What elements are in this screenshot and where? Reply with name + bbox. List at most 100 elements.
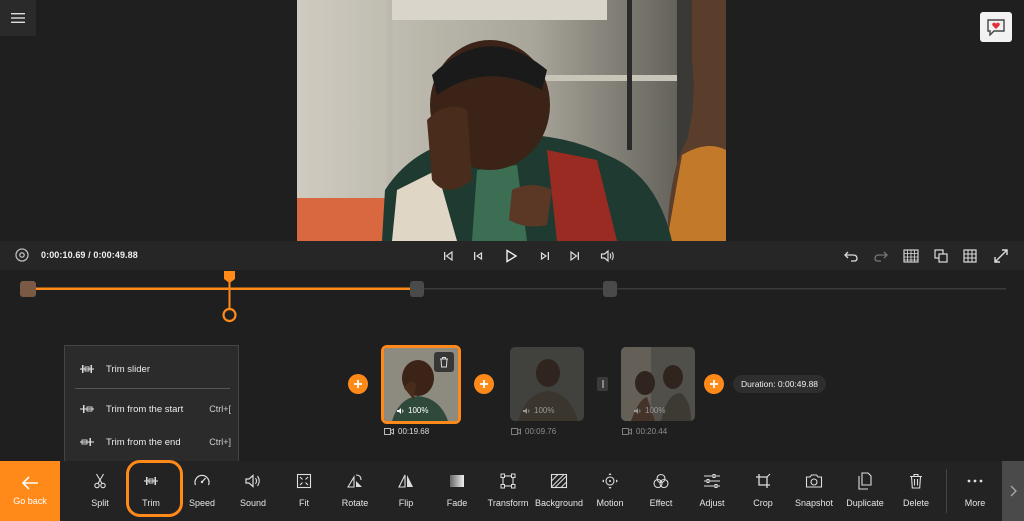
grid-icon (963, 249, 977, 263)
tool-more[interactable]: More (950, 461, 1000, 521)
clip-volume: 100% (633, 406, 665, 415)
timeline-clip[interactable]: 100% (381, 345, 461, 424)
menu-divider (75, 388, 230, 389)
tool-label: Background (534, 498, 584, 508)
tool-label: Effect (649, 498, 673, 508)
tool-label: Crop (753, 498, 773, 508)
settings-gear-icon[interactable] (14, 247, 30, 263)
arrow-left-icon (21, 476, 38, 490)
speaker-icon (600, 249, 614, 263)
add-clip-before-button[interactable] (348, 374, 368, 394)
trash-icon (440, 357, 448, 368)
tool-duplicate[interactable]: Duplicate (840, 461, 890, 521)
tool-fit[interactable]: Fit (279, 461, 329, 521)
tool-flip[interactable]: Flip (381, 461, 431, 521)
fullscreen-button[interactable] (992, 247, 1010, 265)
checkerboard-icon (903, 249, 919, 263)
menu-item-trim-from-end[interactable]: Trim from the end Ctrl+] (65, 429, 240, 455)
tool-background[interactable]: Background (534, 461, 584, 521)
next-frame-icon (540, 251, 549, 261)
rotate-icon (347, 474, 362, 488)
tool-label: Speed (188, 498, 216, 508)
transition-marker[interactable] (597, 377, 608, 391)
scissors-icon (94, 473, 106, 489)
tool-split[interactable]: Split (75, 461, 125, 521)
tool-label: Delete (902, 498, 929, 508)
speaker-icon (634, 407, 641, 414)
effect-icon (653, 473, 669, 489)
tool-speed[interactable]: Speed (177, 461, 227, 521)
add-clip-between-button[interactable] (474, 374, 494, 394)
clip-marker-1[interactable] (20, 281, 36, 297)
camera-icon (805, 474, 823, 488)
play-button[interactable] (502, 247, 520, 265)
menu-item-trim-slider[interactable]: Trim slider (65, 356, 240, 382)
timeline-scrubber[interactable] (0, 271, 1024, 331)
trim-end-icon (80, 438, 94, 446)
menu-item-trim-from-start[interactable]: Trim from the start Ctrl+[ (65, 396, 240, 422)
playhead[interactable] (222, 271, 237, 323)
menu-item-shortcut: Ctrl+[ (209, 404, 231, 414)
undo-button[interactable] (842, 247, 860, 265)
tool-delete[interactable]: Delete (891, 461, 941, 521)
tool-label: Fade (446, 498, 468, 508)
add-clip-after-button[interactable] (704, 374, 724, 394)
timeline-clip[interactable]: 100% (510, 347, 584, 421)
expand-icon (994, 249, 1008, 263)
grid-button[interactable] (961, 247, 979, 265)
trim-tool-highlight (126, 460, 183, 517)
crop-icon (756, 473, 771, 488)
tool-effect[interactable]: Effect (636, 461, 686, 521)
skip-to-end-button[interactable] (566, 247, 584, 265)
total-duration-badge: Duration: 0:00:49.88 (733, 375, 827, 393)
menu-item-shortcut: Ctrl+] (209, 437, 231, 447)
previous-frame-button[interactable] (469, 247, 487, 265)
clip-duration-value: 00:09.76 (525, 427, 557, 436)
transition-icon (601, 380, 604, 388)
tool-motion[interactable]: Motion (585, 461, 635, 521)
delete-clip-button[interactable] (434, 352, 454, 372)
tool-crop[interactable]: Crop (738, 461, 788, 521)
clip-duration-value: 00:20.44 (636, 427, 668, 436)
tool-rotate[interactable]: Rotate (330, 461, 380, 521)
tool-label: Motion (596, 498, 624, 508)
menu-button[interactable] (0, 0, 36, 36)
more-icon (967, 479, 983, 483)
playback-control-bar: 0:00:10.69 / 0:00:49.88 (0, 241, 1024, 270)
clip-duration: 00:09.76 (511, 427, 556, 436)
tool-transform[interactable]: Transform (483, 461, 533, 521)
adjust-icon (704, 474, 720, 488)
menu-item-label: Trim from the start (106, 403, 184, 415)
tool-label: Transform (487, 498, 529, 508)
speedometer-icon (194, 474, 210, 486)
tool-label: Rotate (341, 498, 369, 508)
clip-marker-3[interactable] (603, 281, 617, 297)
skip-start-icon (444, 250, 453, 262)
redo-button[interactable] (872, 247, 890, 265)
flip-icon (398, 474, 413, 488)
volume-button[interactable] (599, 247, 617, 265)
tool-adjust[interactable]: Adjust (687, 461, 737, 521)
menu-item-label: Trim slider (106, 363, 150, 375)
copy-icon (934, 249, 948, 263)
clip-volume-value: 100% (408, 406, 429, 415)
scroll-right-button[interactable] (1002, 461, 1024, 521)
clip-duration: 00:20.44 (622, 427, 667, 436)
go-back-button[interactable]: Go back (0, 461, 60, 521)
tool-fade[interactable]: Fade (432, 461, 482, 521)
plus-icon (354, 380, 362, 388)
video-camera-icon (622, 428, 632, 435)
go-back-label: Go back (13, 496, 47, 506)
feedback-button[interactable] (980, 12, 1012, 42)
trim-slider-icon (80, 365, 94, 373)
tool-snapshot[interactable]: Snapshot (789, 461, 839, 521)
trim-start-icon (80, 405, 94, 413)
clip-marker-2[interactable] (410, 281, 424, 297)
tool-sound[interactable]: Sound (228, 461, 278, 521)
plus-icon (480, 380, 488, 388)
timeline-clip[interactable]: 100% (621, 347, 695, 421)
copy-frame-button[interactable] (932, 247, 950, 265)
aspect-ratio-button[interactable] (902, 247, 920, 265)
next-frame-button[interactable] (536, 247, 554, 265)
skip-to-start-button[interactable] (439, 247, 457, 265)
